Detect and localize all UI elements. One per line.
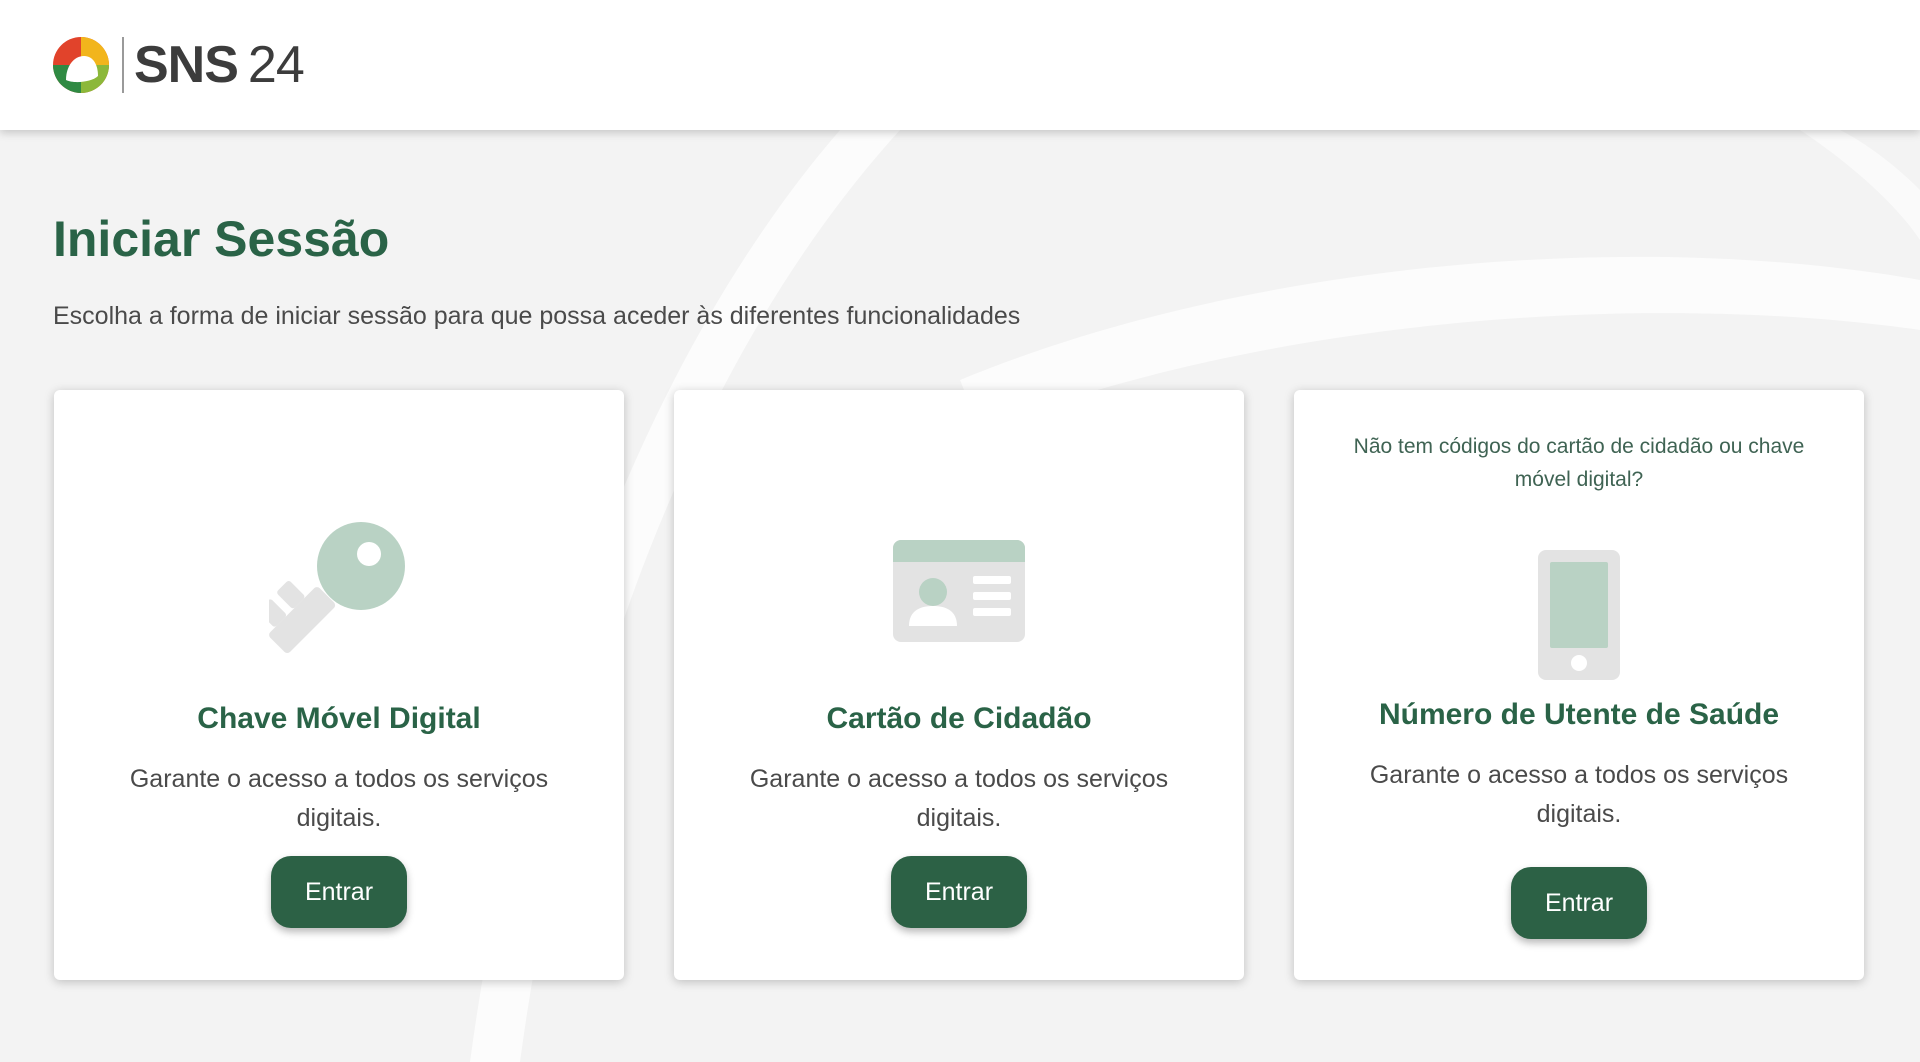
card-description: Garante o acesso a todos os serviços dig…: [749, 765, 1169, 832]
id-card-icon: [674, 540, 1244, 642]
entrar-cartao-cidadao-button[interactable]: Entrar: [891, 856, 1027, 928]
entrar-numero-utente-button[interactable]: Entrar: [1511, 867, 1647, 939]
header: SNS 24: [0, 0, 1920, 130]
login-card-chave-movel-digital: Chave Móvel Digital Garante o acesso a t…: [54, 390, 624, 980]
login-card-numero-utente: Não tem códigos do cartão de cidadão ou …: [1294, 390, 1864, 980]
entrar-chave-movel-button[interactable]: Entrar: [271, 856, 407, 928]
logo-sns-text: SNS: [134, 36, 239, 94]
card-description: Garante o acesso a todos os serviços dig…: [129, 765, 549, 832]
sns24-logo[interactable]: SNS 24: [52, 36, 305, 94]
key-icon: [54, 522, 624, 657]
logo-number-text: 24: [247, 36, 305, 94]
login-card-cartao-cidadao: Cartão de Cidadão Garante o acesso a tod…: [674, 390, 1244, 980]
main-content: Iniciar Sessão Escolha a forma de inicia…: [0, 130, 1920, 1062]
card-note: Não tem códigos do cartão de cidadão ou …: [1353, 435, 1805, 491]
card-title: Número de Utente de Saúde: [1378, 698, 1780, 731]
card-title: Chave Móvel Digital: [197, 702, 481, 735]
page-subtitle: Escolha a forma de iniciar sessão para q…: [53, 302, 1021, 330]
card-description: Garante o acesso a todos os serviços dig…: [1369, 761, 1789, 828]
page-title: Iniciar Sessão: [53, 211, 390, 267]
phone-icon: [1294, 550, 1864, 680]
logo-divider: [122, 37, 124, 93]
card-title: Cartão de Cidadão: [826, 702, 1092, 735]
sns-logo-icon: [53, 37, 109, 93]
logo-text: SNS 24: [134, 36, 305, 94]
